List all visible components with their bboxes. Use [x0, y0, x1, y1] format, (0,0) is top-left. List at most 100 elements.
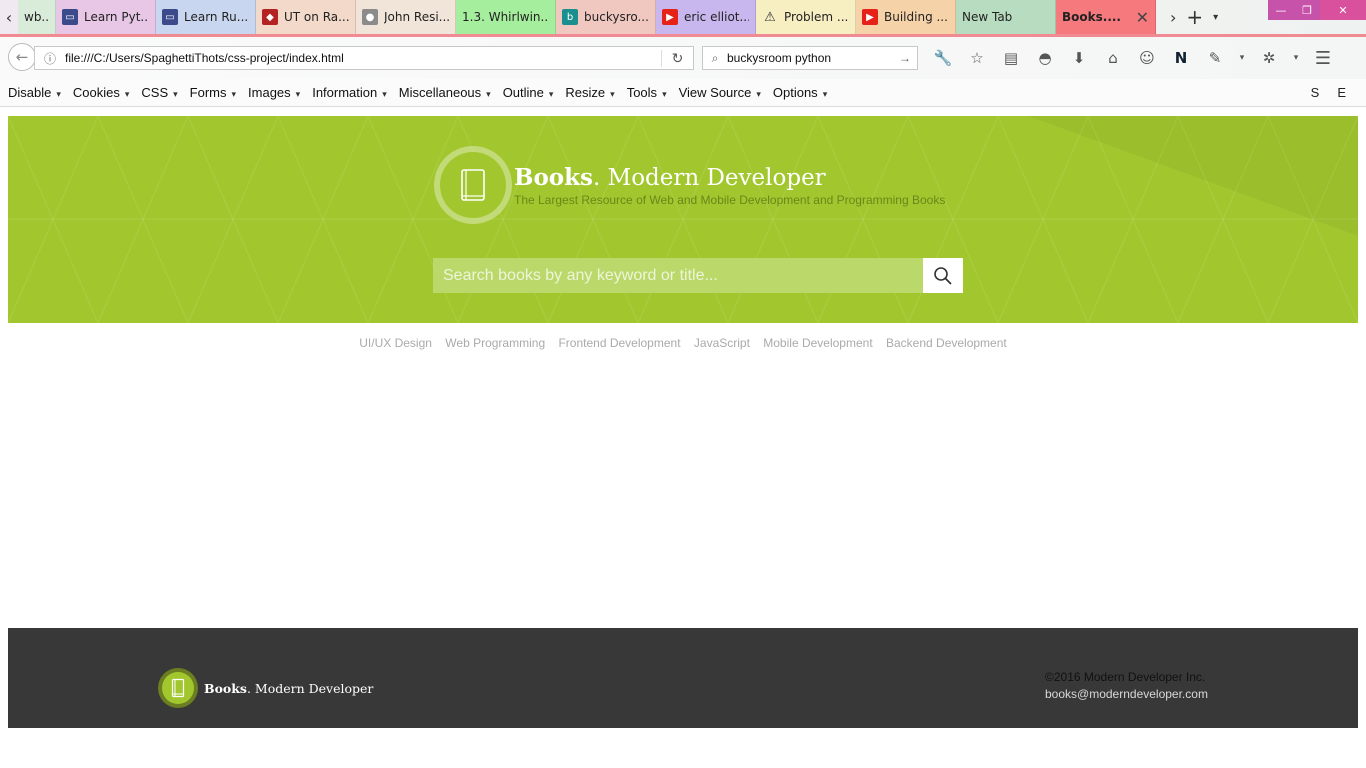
devbar-menu-images[interactable]: Images	[248, 85, 300, 100]
reload-icon[interactable]: ↻	[661, 49, 693, 67]
brand-tagline: The Largest Resource of Web and Mobile D…	[514, 192, 946, 207]
hero-banner: Books. Modern Developer The Largest Reso…	[8, 116, 1358, 323]
monitor-icon: ▭	[62, 9, 78, 25]
footer-logo	[158, 668, 198, 708]
url-bar[interactable]: ⓘ file:///C:/Users/SpaghettiThots/css-pr…	[34, 46, 694, 70]
category-link-ui-ux[interactable]: UI/UX Design	[359, 336, 432, 350]
tab-list: wb... ▭ Learn Pyt... ▭ Learn Ru... ◆ UT …	[18, 0, 1156, 34]
footer-brand-bold: Books	[204, 680, 247, 696]
tab-label: Problem ...	[784, 10, 849, 24]
pocket-icon[interactable]: ◓	[1028, 49, 1062, 67]
devbar-menu-information[interactable]: Information	[312, 85, 387, 100]
tab-4[interactable]: ● John Resi...	[356, 0, 456, 34]
minimize-icon[interactable]: —	[1268, 0, 1294, 20]
devbar-menu-css[interactable]: CSS	[141, 85, 177, 100]
tab-2[interactable]: ▭ Learn Ru...	[156, 0, 256, 34]
tab-close-icon[interactable]: ✕	[1136, 8, 1149, 27]
search-bar[interactable]: ⌕ buckysroom python →	[702, 46, 918, 70]
tab-label: Building ...	[884, 10, 948, 24]
n-extension-icon[interactable]: N	[1164, 49, 1198, 67]
ruby-icon: ◆	[262, 9, 278, 25]
back-arrow-icon[interactable]: ←	[8, 43, 36, 71]
tab-0[interactable]: wb...	[18, 0, 56, 34]
hero-brand: Books. Modern Developer The Largest Reso…	[434, 146, 945, 224]
tab-9[interactable]: ▶ Building ...	[856, 0, 956, 34]
tab-6[interactable]: b buckysro...	[556, 0, 656, 34]
eyedropper-icon[interactable]: ✎	[1198, 49, 1232, 67]
devbar-menu-cookies[interactable]: Cookies	[73, 85, 130, 100]
book-icon	[461, 169, 485, 201]
warning-icon: ⚠	[764, 9, 776, 25]
footer-book-icon	[171, 678, 185, 698]
devbar-menu-tools[interactable]: Tools	[627, 85, 667, 100]
new-tab-icon[interactable]: +	[1186, 5, 1203, 29]
search-go-icon[interactable]: →	[899, 51, 917, 65]
tab-1[interactable]: ▭ Learn Pyt...	[56, 0, 156, 34]
devbar-menu-disable[interactable]: Disable	[8, 85, 61, 100]
close-window-icon[interactable]: ✕	[1320, 0, 1366, 20]
search-icon: ⌕	[711, 50, 719, 65]
devbar-menu-resize[interactable]: Resize	[565, 85, 614, 100]
tab-label: John Resi...	[384, 10, 449, 24]
footer-copyright: ©2016 Modern Developer Inc.	[1045, 670, 1206, 684]
book-search-button[interactable]	[923, 258, 963, 293]
dropdown-arrow-icon-2[interactable]: ▾	[1286, 53, 1306, 63]
bookmark-star-icon[interactable]: ☆	[960, 49, 994, 67]
category-link-mobile[interactable]: Mobile Development	[763, 336, 872, 350]
tab-8[interactable]: ⚠ Problem ...	[756, 0, 856, 34]
page-footer: Books. Modern Developer ©2016 Modern Dev…	[8, 628, 1358, 728]
extension-icon[interactable]: ✲	[1252, 49, 1286, 67]
home-icon[interactable]: ⌂	[1096, 49, 1130, 67]
web-developer-toolbar: Disable Cookies CSS Forms Images Informa…	[0, 79, 1366, 107]
footer-contact: ©2016 Modern Developer Inc. books@modern…	[1045, 669, 1208, 703]
restore-icon[interactable]: ❐	[1294, 0, 1320, 20]
devbar-menu-view-source[interactable]: View Source	[679, 85, 761, 100]
tab-strip: ‹ wb... ▭ Learn Pyt... ▭ Learn Ru... ◆ U…	[0, 0, 1366, 34]
toolbar-icons: 🔧 ☆ ▤ ◓ ⬇ ⌂ ☺ N ✎ ▾ ✲ ▾ ☰	[926, 45, 1340, 71]
url-text[interactable]: file:///C:/Users/SpaghettiThots/css-proj…	[65, 51, 661, 65]
wrench-icon[interactable]: 🔧	[926, 49, 960, 67]
footer-brand: Books. Modern Developer	[158, 668, 373, 708]
download-icon[interactable]: ⬇	[1062, 49, 1096, 67]
reading-list-icon[interactable]: ▤	[994, 49, 1028, 67]
devbar-status-e[interactable]: E	[1337, 85, 1346, 100]
devbar-menu-forms[interactable]: Forms	[190, 85, 236, 100]
devbar-menu-outline[interactable]: Outline	[503, 85, 554, 100]
logo-badge	[434, 146, 512, 224]
devbar-right: S E	[1311, 85, 1346, 100]
brand-title-rest: . Modern Developer	[593, 164, 826, 191]
avatar-icon: ●	[362, 9, 378, 25]
devbar-menu-options[interactable]: Options	[773, 85, 827, 100]
tab-7[interactable]: ▶ eric elliot...	[656, 0, 756, 34]
category-link-backend[interactable]: Backend Development	[886, 336, 1007, 350]
logo-badge-inner	[440, 152, 506, 218]
footer-email[interactable]: books@moderndeveloper.com	[1045, 686, 1208, 703]
tab-11-active[interactable]: Books.... ✕	[1056, 0, 1156, 34]
category-link-javascript[interactable]: JavaScript	[694, 336, 750, 350]
category-link-web-programming[interactable]: Web Programming	[445, 336, 545, 350]
footer-brand-title: Books. Modern Developer	[204, 681, 373, 696]
tab-scroll-right-icon[interactable]: ›	[1170, 8, 1176, 27]
tab-label: Books....	[1062, 10, 1121, 24]
tab-3[interactable]: ◆ UT on Ra...	[256, 0, 356, 34]
site-info-icon[interactable]: ⓘ	[35, 50, 65, 67]
emoji-icon[interactable]: ☺	[1130, 49, 1164, 67]
brand-title: Books. Modern Developer	[514, 164, 945, 191]
list-all-tabs-icon[interactable]: ▾	[1213, 12, 1218, 23]
hamburger-menu-icon[interactable]: ☰	[1306, 48, 1340, 69]
youtube-icon: ▶	[662, 9, 678, 25]
tab-5[interactable]: 1.3. Whirlwin...	[456, 0, 556, 34]
tab-scroll-left-icon[interactable]: ‹	[0, 0, 18, 34]
tab-label: Learn Pyt...	[84, 10, 149, 24]
tab-10[interactable]: New Tab	[956, 0, 1056, 34]
devbar-menu-miscellaneous[interactable]: Miscellaneous	[399, 85, 491, 100]
tab-label: wb...	[24, 10, 49, 24]
search-bar-text[interactable]: buckysroom python	[727, 51, 899, 65]
dropdown-arrow-icon[interactable]: ▾	[1232, 53, 1252, 63]
tab-label: buckysro...	[584, 10, 649, 24]
devbar-status-s[interactable]: S	[1311, 85, 1320, 100]
category-link-frontend[interactable]: Frontend Development	[558, 336, 680, 350]
brand-text: Books. Modern Developer The Largest Reso…	[514, 164, 945, 207]
book-search-input[interactable]	[433, 258, 923, 293]
tab-label: Learn Ru...	[184, 10, 249, 24]
